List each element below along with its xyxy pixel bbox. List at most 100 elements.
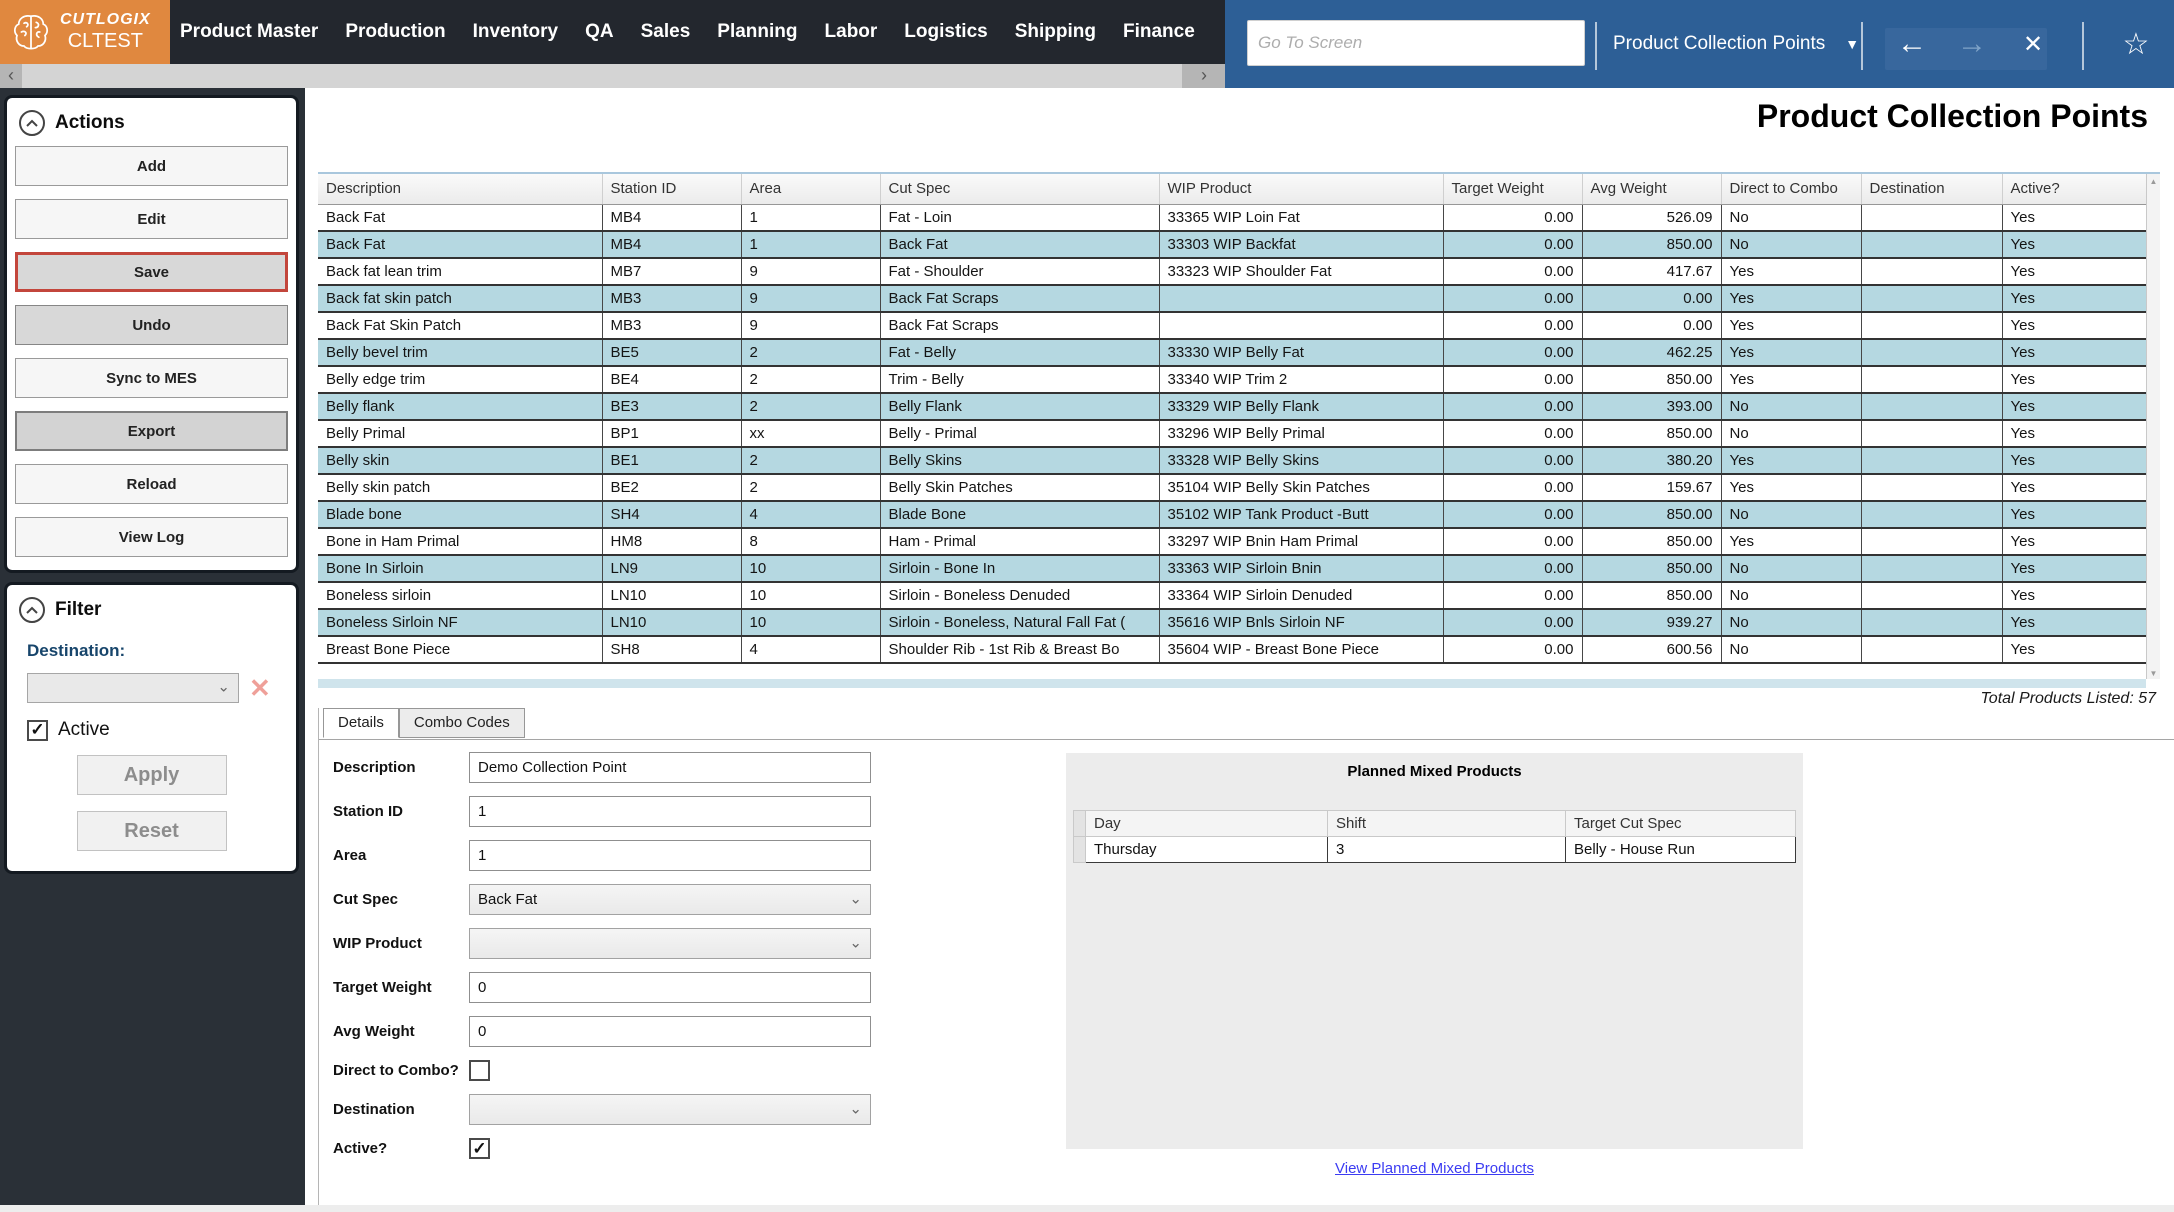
cell: 35616 WIP Bnls Sirloin NF [1159, 609, 1443, 636]
column-header-wip-product[interactable]: WIP Product [1159, 174, 1443, 204]
back-button[interactable]: ← [1887, 0, 1937, 88]
column-header-destination[interactable]: Destination [1861, 174, 2002, 204]
planned-mixed-title: Planned Mixed Products [1066, 753, 1803, 780]
active-filter-checkbox[interactable]: ✓ [27, 720, 48, 741]
save-button[interactable]: Save [15, 252, 288, 292]
column-header-active-[interactable]: Active? [2002, 174, 2146, 204]
table-row[interactable]: Belly flankBE32Belly Flank33329 WIP Bell… [318, 393, 2146, 420]
sync-to-mes-button[interactable]: Sync to MES [15, 358, 288, 398]
planned-column-target-cut-spec[interactable]: Target Cut Spec [1566, 811, 1796, 837]
cell: Yes [2002, 285, 2146, 312]
table-row[interactable]: Bone in Ham PrimalHM88Ham - Primal33297 … [318, 528, 2146, 555]
nav-item-finance[interactable]: Finance [1123, 21, 1195, 43]
favorite-star-button[interactable]: ☆ [2111, 0, 2161, 88]
table-row[interactable]: Belly bevel trimBE52Fat - Belly33330 WIP… [318, 339, 2146, 366]
column-header-avg-weight[interactable]: Avg Weight [1582, 174, 1721, 204]
cell: Back Fat Scraps [880, 285, 1159, 312]
nav-item-sales[interactable]: Sales [641, 21, 691, 43]
scroll-up-icon[interactable]: ▲ [2147, 177, 2160, 186]
table-row[interactable]: Belly skinBE12Belly Skins33328 WIP Belly… [318, 447, 2146, 474]
table-row[interactable]: Back FatMB41Back Fat33303 WIP Backfat0.0… [318, 231, 2146, 258]
reset-button[interactable]: Reset [77, 811, 227, 851]
table-row[interactable]: Breast Bone PieceSH84Shoulder Rib - 1st … [318, 636, 2146, 663]
actions-buttons: Add Edit Save Undo Sync to MES Export Reload Vi… [7, 146, 296, 557]
cell [1861, 366, 2002, 393]
collapse-chevron-icon[interactable] [19, 597, 45, 623]
table-row[interactable]: Back Fat Skin PatchMB39Back Fat Scraps0.… [318, 312, 2146, 339]
column-header-area[interactable]: Area [741, 174, 880, 204]
table-row[interactable]: Boneless sirloinLN1010Sirloin - Boneless… [318, 582, 2146, 609]
tab-combo-codes[interactable]: Combo Codes [399, 708, 525, 738]
reload-button[interactable]: Reload [15, 464, 288, 504]
cell [1861, 609, 2002, 636]
cell: LN10 [602, 582, 741, 609]
table-row[interactable]: Bone In SirloinLN910Sirloin - Bone In333… [318, 555, 2146, 582]
column-header-cut-spec[interactable]: Cut Spec [880, 174, 1159, 204]
scroll-down-icon[interactable]: ▼ [2147, 669, 2160, 678]
nav-item-logistics[interactable]: Logistics [904, 21, 987, 43]
nav-item-qa[interactable]: QA [585, 21, 614, 43]
nav-item-planning[interactable]: Planning [717, 21, 797, 43]
table-row[interactable]: Blade boneSH44Blade Bone35102 WIP Tank P… [318, 501, 2146, 528]
target-weight-field[interactable] [469, 972, 871, 1003]
table-row[interactable]: Belly edge trimBE42Trim - Belly33340 WIP… [318, 366, 2146, 393]
edit-button[interactable]: Edit [15, 199, 288, 239]
nav-item-labor[interactable]: Labor [825, 21, 878, 43]
forward-button[interactable]: → [1947, 0, 1997, 88]
cell: MB3 [602, 312, 741, 339]
avg-weight-field[interactable] [469, 1016, 871, 1047]
view-log-button[interactable]: View Log [15, 517, 288, 557]
area-field[interactable] [469, 840, 871, 871]
wip-product-dropdown[interactable]: ⌄ [469, 928, 871, 959]
clear-filter-icon[interactable]: ✕ [249, 675, 271, 701]
list-item[interactable]: Thursday3Belly - House Run [1074, 837, 1796, 863]
separator [1595, 22, 1597, 70]
nav-item-product-master[interactable]: Product Master [180, 21, 318, 43]
cell: 33363 WIP Sirloin Bnin [1159, 555, 1443, 582]
nav-item-shipping[interactable]: Shipping [1015, 21, 1096, 43]
row-gutter [1074, 837, 1086, 863]
destination-filter-dropdown[interactable]: ⌄ [27, 673, 239, 703]
view-planned-mixed-products-link[interactable]: View Planned Mixed Products [1335, 1160, 1534, 1177]
cell: 0.00 [1443, 582, 1582, 609]
menu-scrollbar-thumb[interactable] [22, 64, 1182, 88]
column-header-direct-to-combo[interactable]: Direct to Combo [1721, 174, 1861, 204]
add-button[interactable]: Add [15, 146, 288, 186]
apply-button[interactable]: Apply [77, 755, 227, 795]
collapse-chevron-icon[interactable] [19, 110, 45, 136]
close-screen-button[interactable]: ✕ [2011, 0, 2055, 88]
column-header-description[interactable]: Description [318, 174, 602, 204]
grid-horizontal-scrollbar[interactable] [318, 679, 2146, 688]
table-row[interactable]: Back FatMB41Fat - Loin33365 WIP Loin Fat… [318, 204, 2146, 231]
description-field[interactable] [469, 752, 871, 783]
column-header-station-id[interactable]: Station ID [602, 174, 741, 204]
active-checkbox[interactable]: ✓ [469, 1138, 490, 1159]
planned-column-shift[interactable]: Shift [1328, 811, 1566, 837]
column-header-target-weight[interactable]: Target Weight [1443, 174, 1582, 204]
cell: 33296 WIP Belly Primal [1159, 420, 1443, 447]
menu-scrollbar[interactable]: ‹ › [0, 64, 1225, 88]
scroll-right-icon[interactable]: › [1195, 64, 1213, 88]
destination-dropdown[interactable]: ⌄ [469, 1094, 871, 1125]
cell: 0.00 [1443, 258, 1582, 285]
cut-spec-dropdown[interactable]: Back Fat ⌄ [469, 884, 871, 915]
tab-details[interactable]: Details [323, 708, 399, 738]
cell: No [1721, 636, 1861, 663]
scroll-left-icon[interactable]: ‹ [2, 64, 20, 88]
table-row[interactable]: Belly skin patchBE22Belly Skin Patches35… [318, 474, 2146, 501]
table-row[interactable]: Belly PrimalBP1xxBelly - Primal33296 WIP… [318, 420, 2146, 447]
table-row[interactable]: Back fat lean trimMB79Fat - Shoulder3332… [318, 258, 2146, 285]
export-button[interactable]: Export [15, 411, 288, 451]
direct-to-combo-checkbox[interactable] [469, 1060, 490, 1081]
cell: No [1721, 582, 1861, 609]
table-row[interactable]: Boneless Sirloin NFLN1010Sirloin - Bonel… [318, 609, 2146, 636]
planned-column-day[interactable]: Day [1086, 811, 1328, 837]
undo-button[interactable]: Undo [15, 305, 288, 345]
grid-vertical-scrollbar[interactable]: ▲ ▼ [2146, 174, 2160, 679]
go-to-screen-input[interactable] [1247, 20, 1585, 66]
nav-item-inventory[interactable]: Inventory [473, 21, 559, 43]
station-id-field[interactable] [469, 796, 871, 827]
screen-selector-dropdown[interactable]: Product Collection Points ▼ [1613, 0, 1859, 88]
table-row[interactable]: Back fat skin patchMB39Back Fat Scraps0.… [318, 285, 2146, 312]
nav-item-production[interactable]: Production [345, 21, 445, 43]
